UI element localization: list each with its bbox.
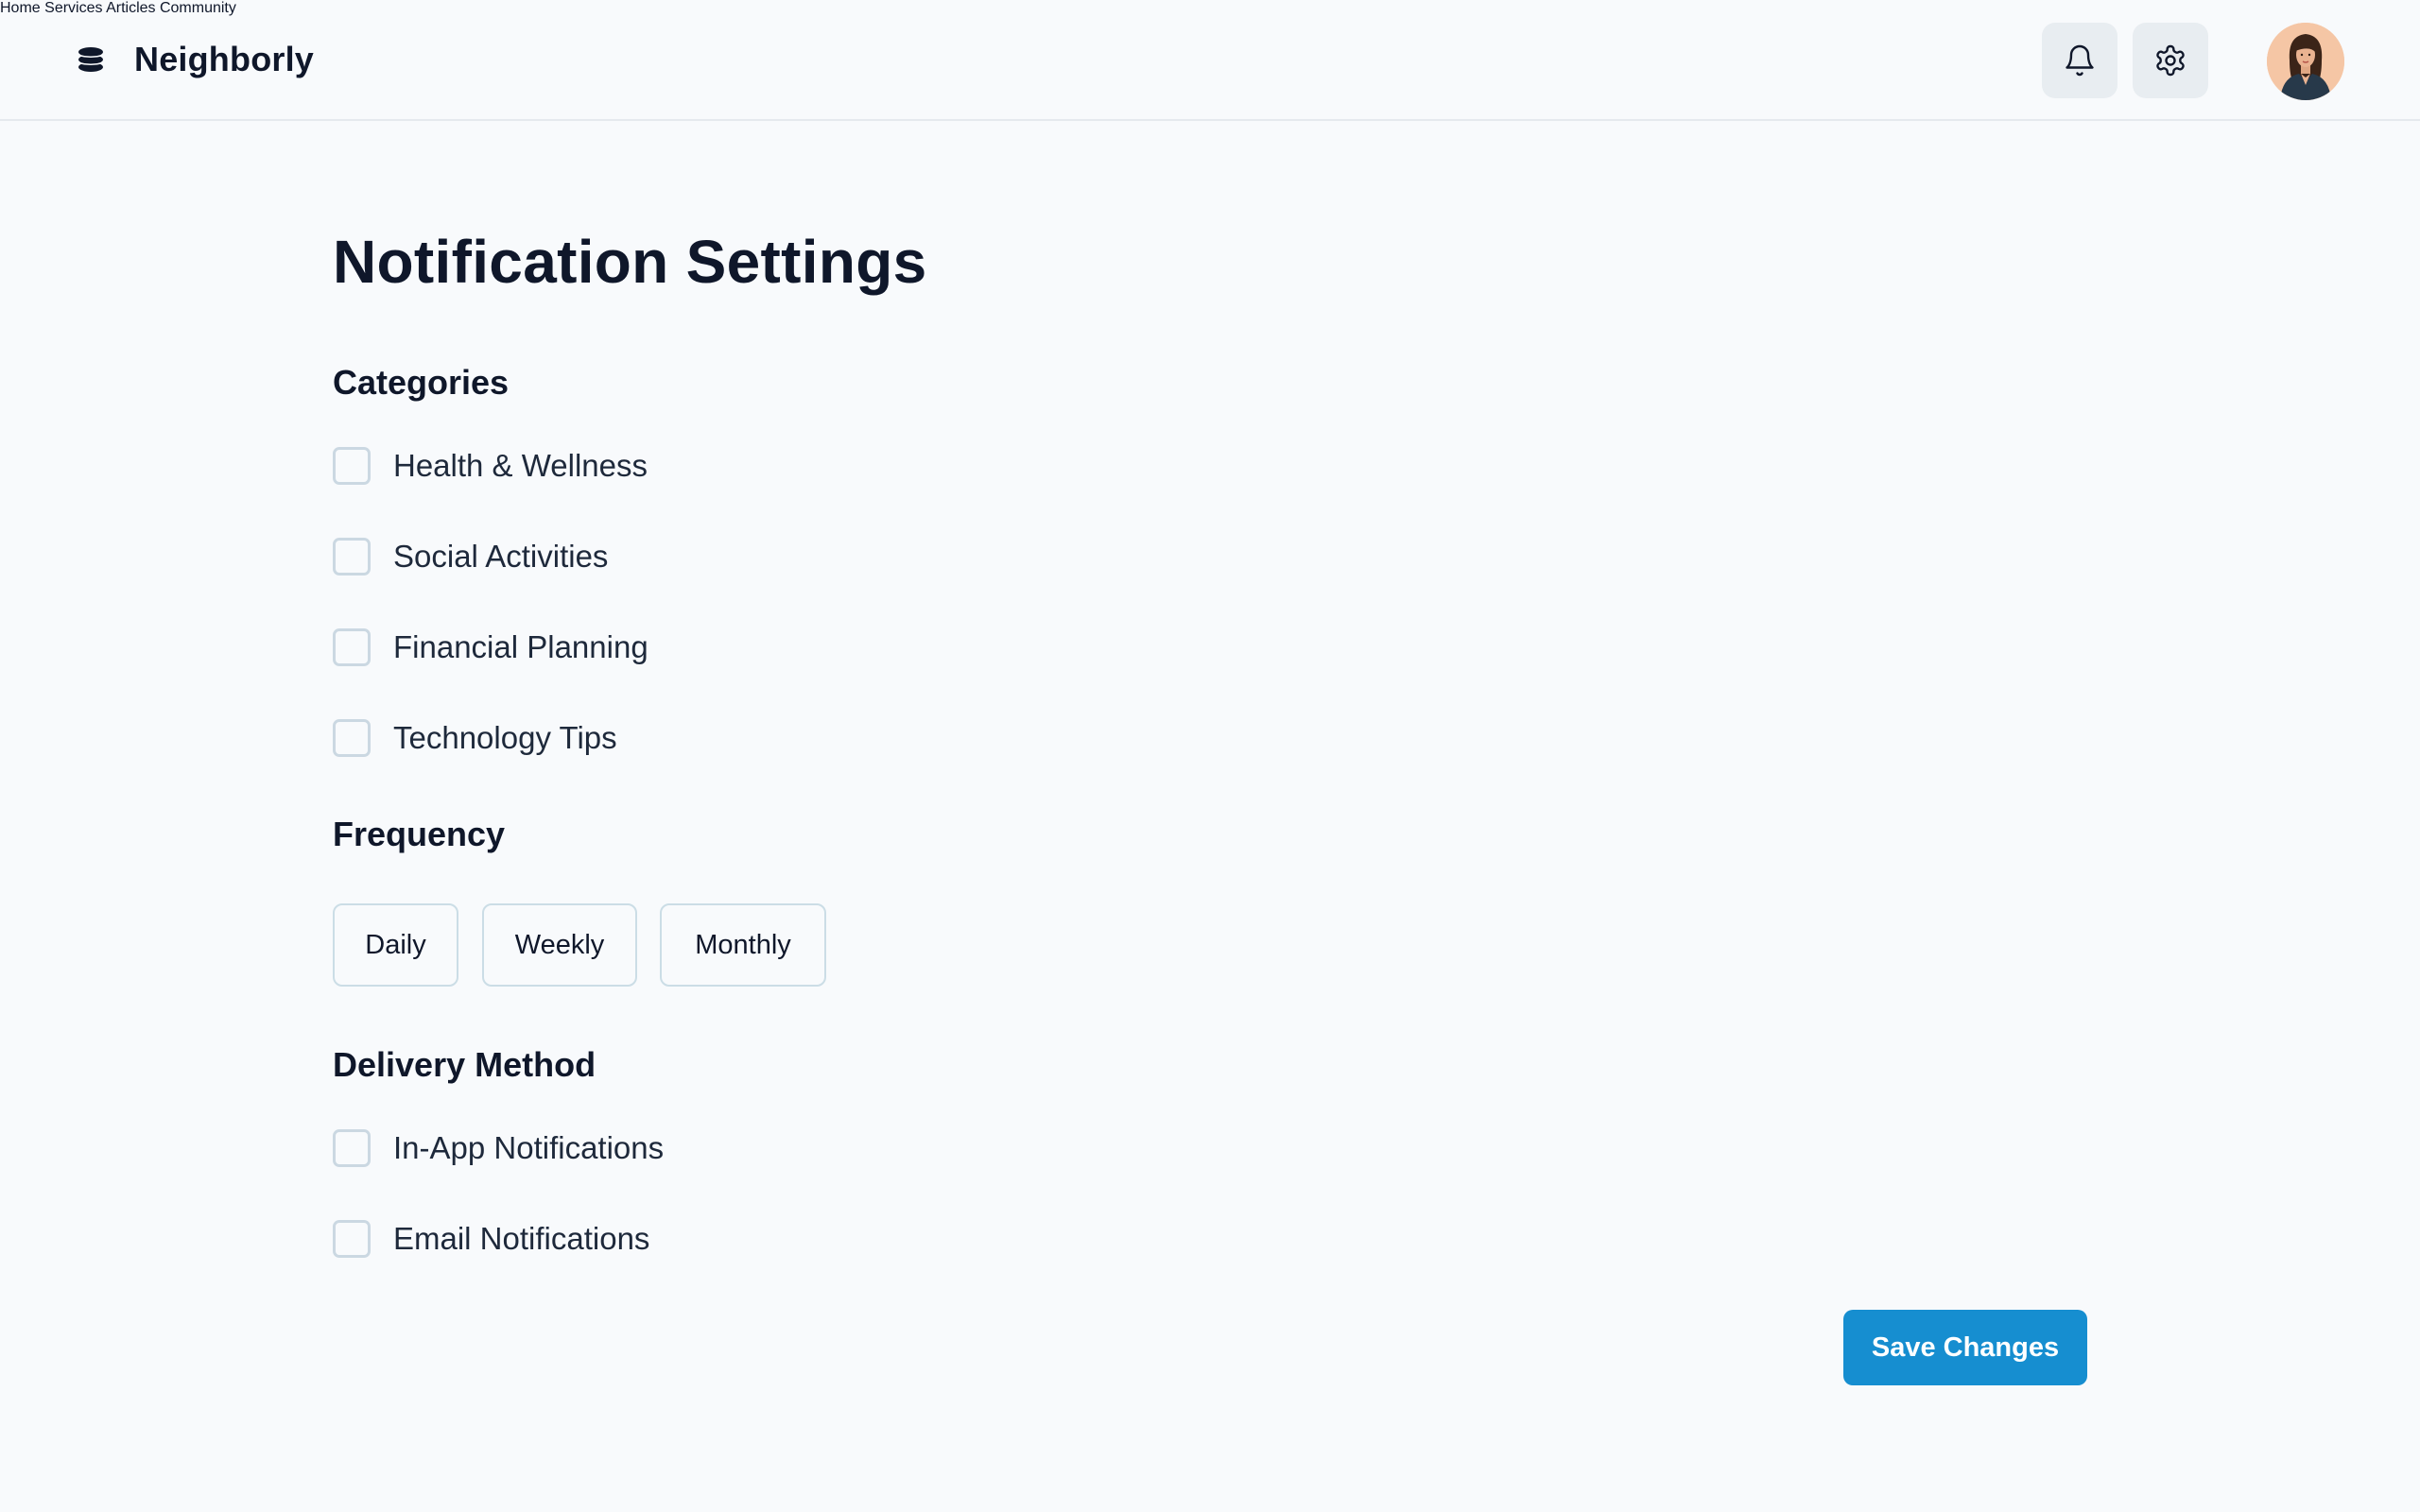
nav-item-services[interactable]: Services [44, 0, 102, 16]
frequency-daily-button[interactable]: Daily [333, 903, 458, 987]
checkbox[interactable] [333, 719, 371, 757]
frequency-heading: Frequency [333, 815, 506, 853]
avatar-image [2267, 23, 2344, 100]
checkbox-label: Health & Wellness [393, 448, 648, 483]
gear-icon [2156, 44, 2185, 77]
frequency-monthly-button[interactable]: Monthly [660, 903, 826, 987]
checkbox-email-notifications[interactable]: Email Notifications [333, 1218, 649, 1260]
checkbox-in-app-notifications[interactable]: In-App Notifications [333, 1127, 664, 1169]
nav-item-home[interactable]: Home [0, 0, 41, 16]
brand-name: Neighborly [134, 40, 315, 78]
nav-item-community[interactable]: Community [160, 0, 236, 16]
checkbox[interactable] [333, 1129, 371, 1167]
checkbox[interactable] [333, 538, 371, 576]
checkbox[interactable] [333, 628, 371, 666]
categories-heading: Categories [333, 363, 510, 402]
checkbox-financial-planning[interactable]: Financial Planning [333, 627, 648, 668]
checkbox-label: In-App Notifications [393, 1130, 665, 1165]
settings-main: Notification Settings Categories Health … [333, 0, 2091, 1512]
page-title: Notification Settings [333, 228, 927, 296]
checkbox-health-wellness[interactable]: Health & Wellness [333, 445, 648, 487]
checkbox-label: Technology Tips [393, 720, 617, 755]
save-changes-button[interactable]: Save Changes [1843, 1310, 2087, 1385]
checkbox[interactable] [333, 1220, 371, 1258]
settings-button[interactable] [2133, 23, 2208, 98]
checkbox[interactable] [333, 447, 371, 485]
user-avatar[interactable] [2267, 23, 2344, 100]
frequency-weekly-button[interactable]: Weekly [482, 903, 637, 987]
brand[interactable]: Neighborly [76, 38, 314, 81]
delivery-method-heading: Delivery Method [333, 1045, 596, 1084]
checkbox-social-activities[interactable]: Social Activities [333, 536, 608, 577]
checkbox-technology-tips[interactable]: Technology Tips [333, 717, 617, 759]
nav-item-articles[interactable]: Articles [106, 0, 155, 16]
checkbox-label: Financial Planning [393, 629, 648, 664]
stacked-layers-icon [78, 47, 104, 72]
checkbox-label: Email Notifications [393, 1221, 650, 1256]
checkbox-label: Social Activities [393, 539, 609, 574]
